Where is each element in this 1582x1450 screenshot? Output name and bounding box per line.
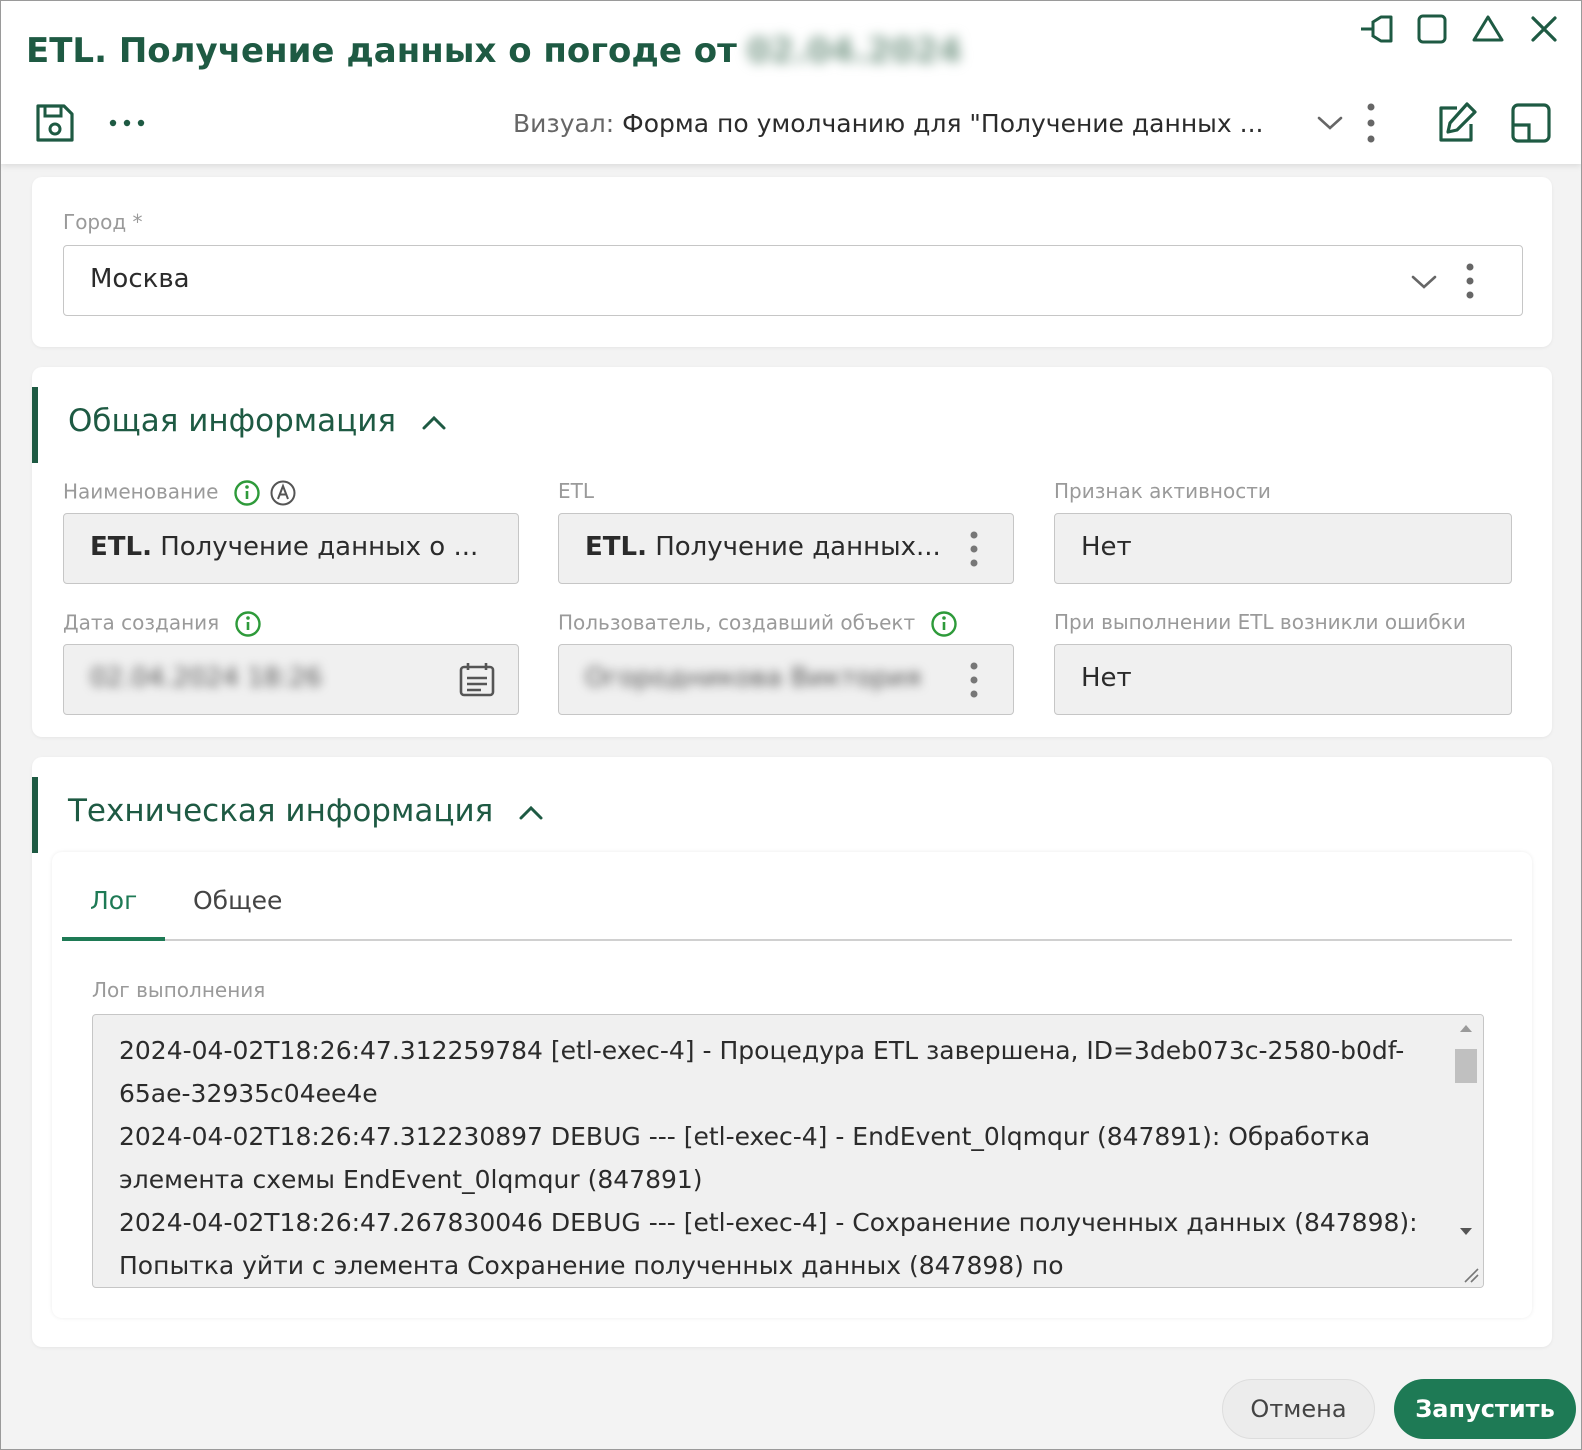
collapse-icon[interactable] — [1470, 11, 1506, 47]
chevron-down-icon[interactable] — [1409, 270, 1439, 294]
run-button[interactable]: Запустить — [1394, 1379, 1576, 1439]
creator-label-text: Пользователь, создавший объект — [558, 610, 916, 635]
log-content: 2024-04-02T18:26:47.312259784 [etl-exec-… — [119, 1029, 1429, 1287]
cancel-button[interactable]: Отмена — [1222, 1379, 1375, 1439]
section-accent-bar — [32, 387, 38, 463]
etl-value-bold: ETL. — [585, 532, 647, 562]
tab-general[interactable]: Общее — [193, 886, 282, 915]
city-label: Город * — [63, 210, 143, 234]
scrollbar[interactable] — [1449, 1015, 1483, 1287]
active-field[interactable]: Нет — [1054, 513, 1512, 584]
created-field[interactable]: 02.04.2024 18:26 — [63, 644, 519, 715]
errors-value: Нет — [1081, 663, 1132, 693]
city-card: Город * Москва — [32, 177, 1552, 347]
close-icon[interactable] — [1526, 11, 1562, 47]
kebab-menu-icon[interactable] — [1464, 261, 1476, 301]
active-tab-indicator — [62, 937, 165, 941]
general-info-section: Общая информация Наименование ETL Призна… — [32, 367, 1552, 737]
log-line: 2024-04-02T18:26:47.312259784 [etl-exec-… — [119, 1036, 1405, 1108]
etl-field[interactable]: ETL. Получение данных... — [558, 513, 1014, 584]
section-title-text: Общая информация — [68, 403, 397, 439]
visual-value: Форма по умолчанию для "Получение данных… — [622, 109, 1264, 138]
kebab-menu-icon[interactable] — [968, 529, 980, 569]
name-value-bold: ETL. — [90, 532, 152, 562]
dialog-header: ETL. Получение данных о погоде от 02.04.2… — [1, 1, 1581, 164]
chevron-up-icon[interactable] — [420, 412, 448, 434]
city-value: Москва — [90, 264, 190, 294]
info-icon[interactable] — [233, 479, 261, 507]
errors-label: При выполнении ETL возникли ошибки — [1054, 610, 1466, 634]
visual-selector[interactable]: Визуал: Форма по умолчанию для "Получени… — [513, 109, 1263, 138]
page-title: ETL. Получение данных о погоде от 02.04.2… — [26, 31, 962, 71]
layout-icon[interactable] — [1507, 99, 1555, 147]
resize-handle-icon[interactable] — [1461, 1265, 1479, 1283]
log-line: 2024-04-02T18:26:47.312230897 DEBUG --- … — [119, 1122, 1371, 1194]
name-label: Наименование — [63, 479, 297, 507]
created-value: 02.04.2024 18:26 — [90, 663, 323, 693]
errors-field[interactable]: Нет — [1054, 644, 1512, 715]
auto-icon[interactable] — [269, 479, 297, 507]
log-textarea[interactable]: 2024-04-02T18:26:47.312259784 [etl-exec-… — [92, 1014, 1484, 1288]
kebab-menu-icon[interactable] — [968, 660, 980, 700]
log-label: Лог выполнения — [92, 978, 266, 1002]
active-value: Нет — [1081, 532, 1132, 562]
name-label-text: Наименование — [63, 479, 219, 504]
section-title-tech[interactable]: Техническая информация — [68, 793, 545, 829]
name-field[interactable]: ETL. Получение данных о ... — [63, 513, 519, 584]
scroll-thumb[interactable] — [1455, 1049, 1477, 1083]
chevron-up-icon[interactable] — [517, 802, 545, 824]
name-value-rest: Получение данных о ... — [151, 532, 479, 562]
edit-icon[interactable] — [1433, 99, 1481, 147]
calendar-icon[interactable] — [456, 659, 498, 701]
log-line: 2024-04-02T18:26:47.267830046 DEBUG --- … — [119, 1208, 1418, 1280]
etl-dialog: ETL. Получение данных о погоде от 02.04.2… — [0, 0, 1582, 1450]
etl-value-rest: Получение данных... — [646, 532, 941, 562]
section-accent-bar — [32, 777, 38, 853]
visual-label: Визуал: — [513, 109, 615, 138]
maximize-icon[interactable] — [1414, 11, 1450, 47]
tab-divider — [62, 939, 1512, 941]
title-text: ETL. Получение данных о погоде от — [26, 31, 737, 71]
save-icon[interactable] — [31, 99, 79, 147]
creator-field[interactable]: Огородникова Виктория — [558, 644, 1014, 715]
creator-value: Огородникова Виктория — [585, 663, 921, 693]
created-label-text: Дата создания — [63, 610, 220, 635]
city-select[interactable]: Москва — [63, 245, 1523, 316]
info-icon[interactable] — [930, 610, 958, 638]
active-label: Признак активности — [1054, 479, 1271, 503]
section-title-text: Техническая информация — [68, 793, 494, 829]
scroll-up-icon[interactable] — [1459, 1023, 1473, 1033]
pin-icon[interactable] — [1359, 11, 1395, 47]
chevron-down-icon[interactable] — [1315, 111, 1345, 135]
more-horizontal-icon[interactable] — [103, 99, 151, 147]
name-value: ETL. Получение данных о ... — [90, 532, 478, 562]
created-label: Дата создания — [63, 610, 262, 638]
info-icon[interactable] — [234, 610, 262, 638]
kebab-menu-icon[interactable] — [1365, 101, 1377, 145]
tab-log[interactable]: Лог — [90, 886, 137, 915]
etl-value: ETL. Получение данных... — [585, 532, 941, 562]
creator-label: Пользователь, создавший объект — [558, 610, 958, 638]
scroll-down-icon[interactable] — [1459, 1227, 1473, 1237]
title-date: 02.04.2024 — [746, 31, 962, 71]
section-title-general[interactable]: Общая информация — [68, 403, 448, 439]
tabs-panel: Лог Общее Лог выполнения 2024-04-02T18:2… — [52, 852, 1532, 1318]
etl-label: ETL — [558, 479, 594, 503]
